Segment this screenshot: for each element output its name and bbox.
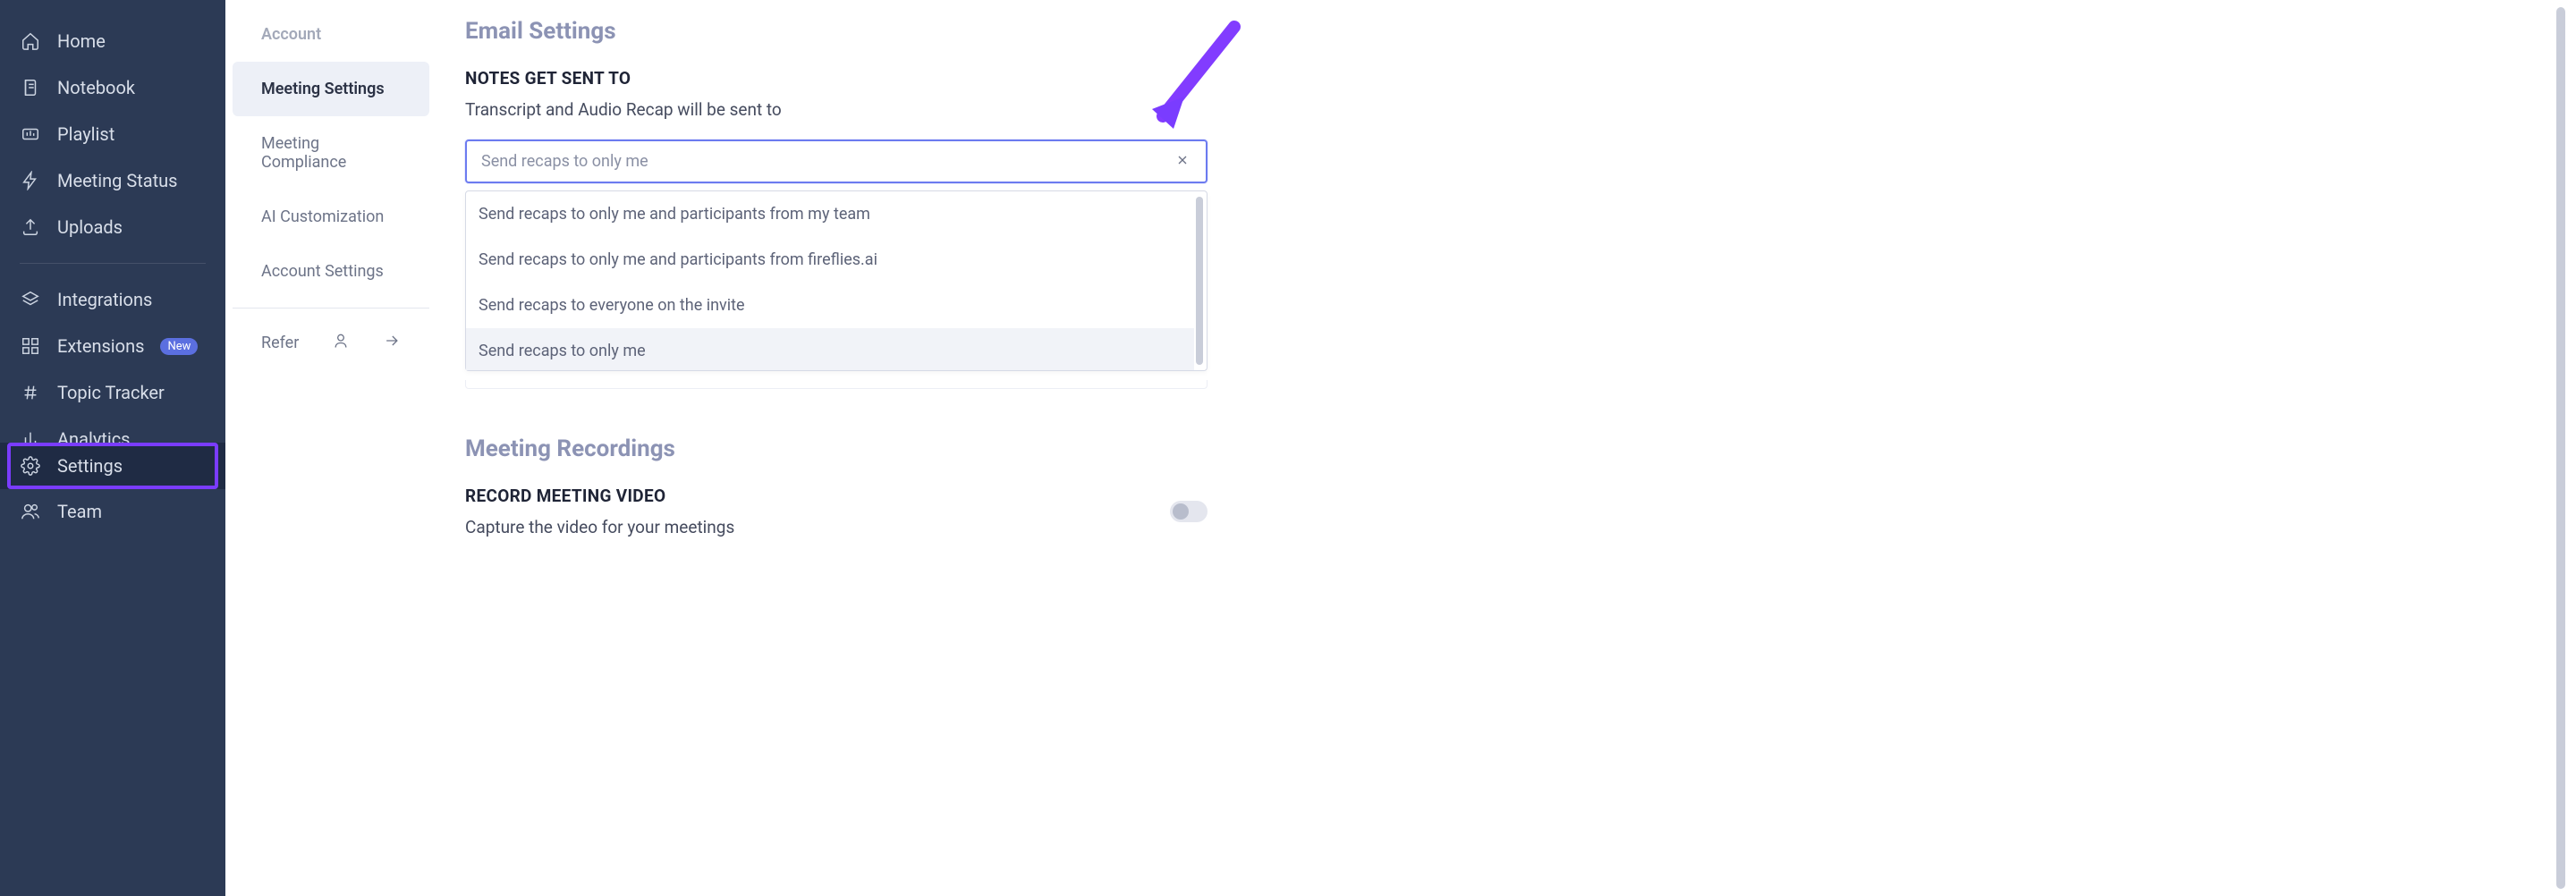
sidebar-item-label: Home <box>57 30 106 52</box>
sidebar-item-label: Meeting Status <box>57 170 178 191</box>
sidebar-item-label: Settings <box>57 455 123 477</box>
gear-icon <box>20 455 41 477</box>
dropdown-option[interactable]: Send recaps to only me <box>466 328 1194 370</box>
sidebar-item-label: Integrations <box>57 289 152 310</box>
sidebar-item-label: Team <box>57 501 102 522</box>
sidebar-item-label: Topic Tracker <box>57 382 165 403</box>
sidebar-item-playlist[interactable]: Playlist <box>0 111 225 157</box>
clear-select-button[interactable] <box>1175 153 1193 171</box>
upload-icon <box>20 216 41 238</box>
refer-label: Refer <box>261 334 299 352</box>
users-icon <box>20 501 41 522</box>
sidebar-item-meeting-status[interactable]: Meeting Status <box>0 157 225 204</box>
toggle-knob <box>1173 503 1189 520</box>
bolt-icon <box>20 170 41 191</box>
subnav-item-meeting-settings[interactable]: Meeting Settings <box>233 62 429 116</box>
grid-icon <box>20 335 41 357</box>
subnav-item-refer[interactable]: Refer <box>233 317 429 368</box>
dropdown-option[interactable]: Send recaps to everyone on the invite <box>466 283 1194 328</box>
sidebar-item-home[interactable]: Home <box>0 18 225 64</box>
sidebar-item-extensions[interactable]: Extensions New <box>0 323 225 369</box>
subnav-divider <box>233 308 429 309</box>
field-heading-record-video: RECORD MEETING VIDEO <box>465 486 734 506</box>
sidebar-divider <box>20 263 206 264</box>
recap-recipients-dropdown: Send recaps to only me and participants … <box>465 190 1208 371</box>
user-icon <box>332 332 350 354</box>
settings-subnav: Account Meeting Settings Meeting Complia… <box>233 7 429 368</box>
home-icon <box>20 30 41 52</box>
section-title-email-settings: Email Settings <box>465 18 1208 45</box>
sidebar-item-integrations[interactable]: Integrations <box>0 276 225 323</box>
sidebar-item-settings[interactable]: Settings <box>0 443 225 489</box>
new-badge: New <box>160 338 198 355</box>
subnav-item-account-settings[interactable]: Account Settings <box>233 244 429 299</box>
section-title-meeting-recordings: Meeting Recordings <box>465 435 1208 462</box>
primary-sidebar: Home Notebook Playlist Meeting Status Up… <box>0 0 225 896</box>
field-heading-notes-sent-to: NOTES GET SENT TO <box>465 68 1208 89</box>
sidebar-item-topic-tracker[interactable]: Topic Tracker <box>0 369 225 416</box>
field-subtext-notes-sent-to: Transcript and Audio Recap will be sent … <box>465 99 1208 120</box>
dropdown-option[interactable]: Send recaps to only me and participants … <box>466 237 1194 283</box>
subnav-item-ai-customization[interactable]: AI Customization <box>233 190 429 244</box>
sidebar-item-label: Extensions <box>57 335 144 357</box>
main-content: Email Settings NOTES GET SENT TO Transcr… <box>465 18 1208 537</box>
hash-icon <box>20 382 41 403</box>
dropdown-footer-border <box>465 380 1208 389</box>
select-placeholder: Send recaps to only me <box>481 152 648 171</box>
dropdown-scrollbar[interactable] <box>1196 197 1203 365</box>
notebook-icon <box>20 77 41 98</box>
layers-icon <box>20 289 41 310</box>
subnav-item-meeting-compliance[interactable]: Meeting Compliance <box>233 116 429 190</box>
page-scrollbar[interactable] <box>2556 7 2565 889</box>
arrow-right-icon <box>383 332 401 354</box>
subnav-heading-account: Account <box>233 7 429 62</box>
sidebar-item-team[interactable]: Team <box>0 488 225 535</box>
recap-recipients-select[interactable]: Send recaps to only me <box>465 139 1208 183</box>
playlist-icon <box>20 123 41 145</box>
record-video-toggle[interactable] <box>1170 501 1208 522</box>
sidebar-item-label: Notebook <box>57 77 135 98</box>
sidebar-item-uploads[interactable]: Uploads <box>0 204 225 250</box>
field-subtext-record-video: Capture the video for your meetings <box>465 517 734 537</box>
sidebar-item-label: Playlist <box>57 123 114 145</box>
dropdown-option[interactable]: Send recaps to only me and participants … <box>466 191 1194 237</box>
sidebar-item-notebook[interactable]: Notebook <box>0 64 225 111</box>
sidebar-item-label: Uploads <box>57 216 123 238</box>
